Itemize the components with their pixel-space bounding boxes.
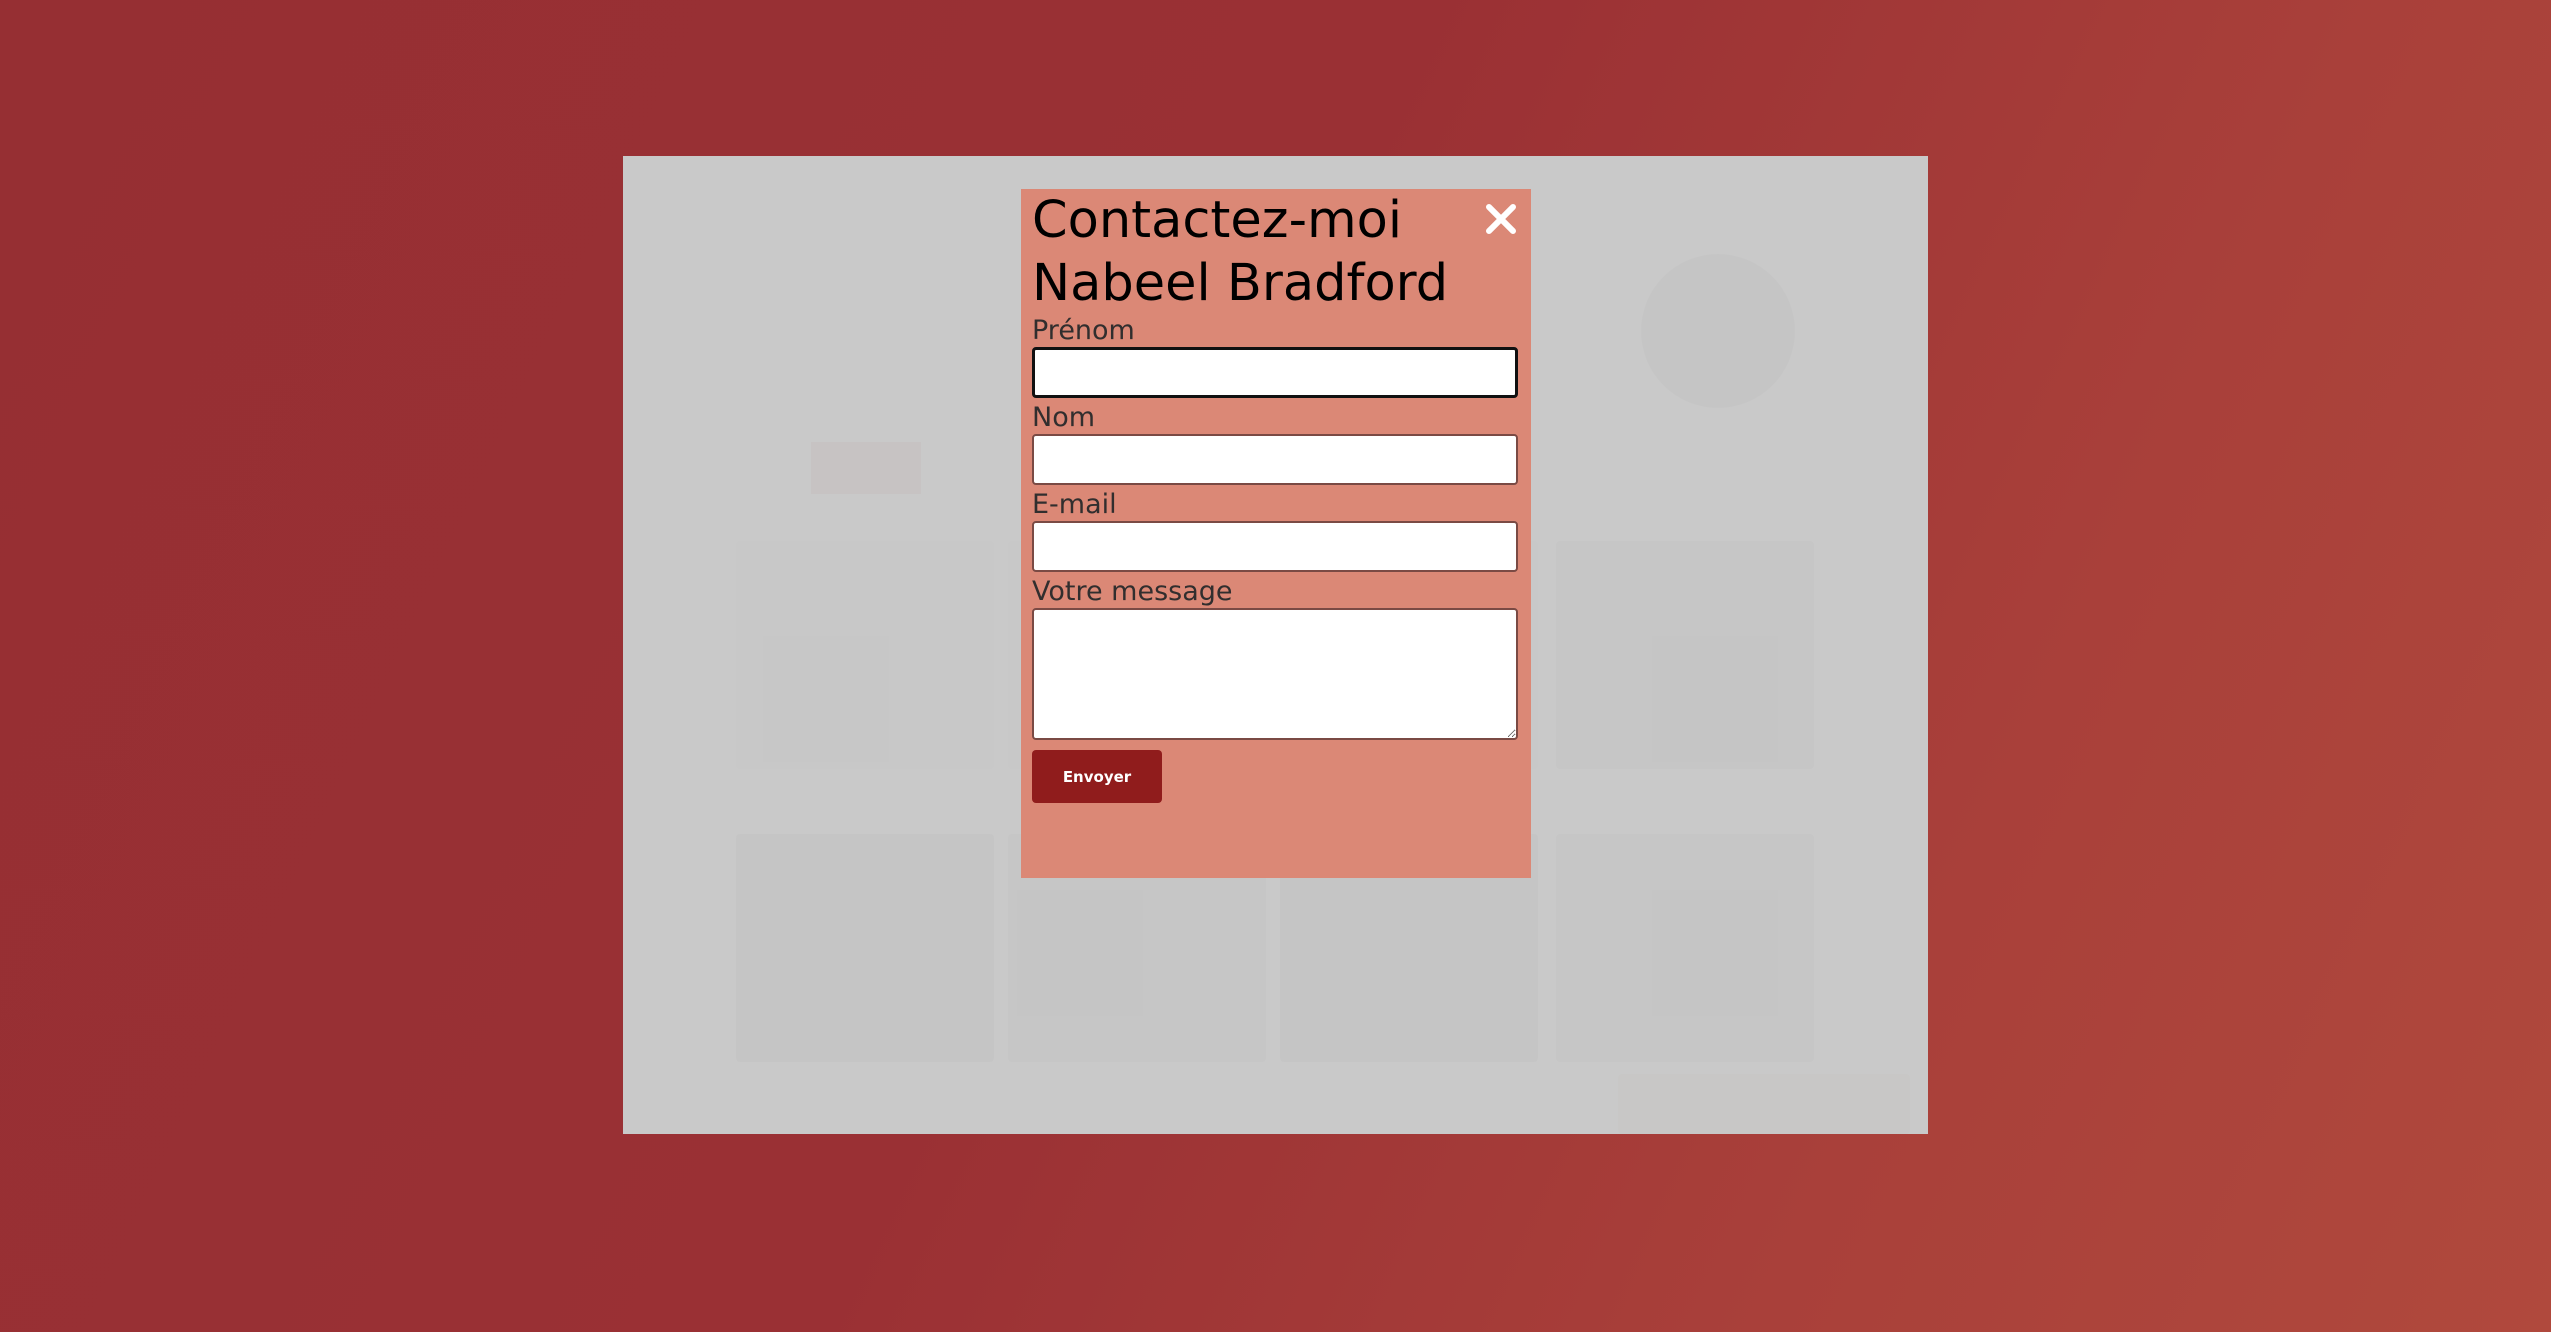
message-label: Votre message (1032, 576, 1233, 607)
last-name-label: Nom (1032, 402, 1096, 433)
last-name-input[interactable] (1032, 434, 1518, 485)
modal-title: Contactez-moi Nabeel Bradford (1032, 189, 1472, 315)
contact-form: Prénom Nom E-mail Votre message Envoyer (1032, 317, 1520, 803)
submit-button[interactable]: Envoyer (1032, 750, 1162, 803)
close-button[interactable] (1483, 201, 1519, 237)
modal-title-photographer-name: Nabeel Bradford (1032, 254, 1449, 313)
first-name-input[interactable] (1032, 347, 1518, 398)
close-icon[interactable] (1483, 201, 1519, 237)
modal-title-line1: Contactez-moi (1032, 191, 1403, 250)
email-input[interactable] (1032, 521, 1518, 572)
message-textarea[interactable] (1032, 608, 1518, 740)
first-name-label: Prénom (1032, 315, 1135, 346)
email-label: E-mail (1032, 489, 1117, 520)
contact-modal: Contactez-moi Nabeel Bradford Prénom Nom… (1021, 189, 1531, 878)
